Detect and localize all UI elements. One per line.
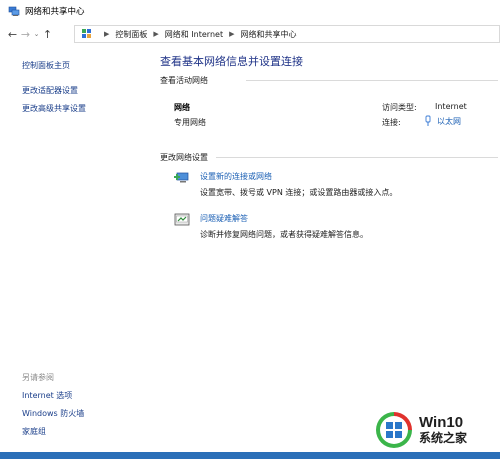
back-arrow-icon[interactable]: ← (6, 26, 19, 42)
up-arrow-icon[interactable]: ↑ (41, 26, 54, 42)
network-name: 网络 (174, 103, 190, 112)
address-field[interactable]: ▶ 控制面板 ▶ 网络和 Internet ▶ 网络和共享中心 (74, 25, 500, 43)
link-change-adapter-settings[interactable]: 更改适配器设置 (22, 85, 78, 96)
connections-label: 连接: (382, 118, 401, 127)
breadcrumb-network-internet[interactable]: 网络和 Internet (165, 29, 223, 40)
change-settings-heading: 更改网络设置 (160, 153, 208, 162)
page-title: 查看基本网络信息并设置连接 (160, 55, 303, 68)
breadcrumb-separator-icon: ▶ (104, 30, 110, 38)
link-change-advanced-sharing[interactable]: 更改高级共享设置 (22, 103, 86, 114)
breadcrumb-separator-icon: ▶ (229, 30, 235, 38)
forward-arrow-icon[interactable]: → (19, 26, 32, 42)
link-homegroup[interactable]: 家庭组 (22, 426, 46, 437)
breadcrumb-network-sharing-center[interactable]: 网络和共享中心 (240, 29, 296, 40)
title-bar: 网络和共享中心 (0, 0, 500, 22)
taskbar-strip (0, 452, 500, 459)
access-type-value: Internet (435, 102, 467, 111)
troubleshoot-problems-desc: 诊断并修复网络问题，或者获得疑难解答信息。 (200, 230, 368, 239)
ethernet-link-label[interactable]: 以太网 (437, 116, 461, 127)
ethernet-icon (425, 115, 431, 126)
win10-logo-icon (376, 412, 412, 448)
setup-new-connection-desc: 设置宽带、拨号或 VPN 连接；或设置路由器或接入点。 (200, 188, 398, 197)
address-bar: ← → ⌄ ↑ ▶ 控制面板 ▶ 网络和 Internet ▶ 网络和共享中心 (0, 22, 500, 46)
link-internet-options[interactable]: Internet 选项 (22, 390, 72, 401)
divider (216, 157, 498, 158)
network-center-icon (8, 6, 20, 16)
link-windows-firewall[interactable]: Windows 防火墙 (22, 408, 84, 419)
watermark-subtitle: 系统之家 (419, 430, 468, 445)
breadcrumb-control-panel[interactable]: 控制面板 (115, 29, 147, 40)
troubleshoot-icon (174, 213, 190, 226)
access-type-label: 访问类型: (382, 103, 417, 112)
breadcrumb-separator-icon: ▶ (153, 30, 159, 38)
window-title: 网络和共享中心 (25, 7, 85, 17)
divider (246, 80, 498, 81)
link-control-panel-home[interactable]: 控制面板主页 (22, 60, 70, 71)
left-pane: 控制面板主页 更改适配器设置 更改高级共享设置 另请参阅 Internet 选项… (0, 46, 150, 459)
network-type: 专用网络 (174, 118, 206, 127)
setup-connection-icon (174, 172, 189, 183)
setup-new-connection-link[interactable]: 设置新的连接或网络 (200, 171, 272, 182)
see-also-heading: 另请参阅 (22, 373, 54, 382)
watermark-brand: Win10 (419, 413, 464, 431)
watermark: Win10 系统之家 (374, 408, 498, 452)
troubleshoot-problems-link[interactable]: 问题疑难解答 (200, 213, 248, 224)
active-networks-heading: 查看活动网络 (160, 76, 208, 85)
control-panel-icon (82, 29, 91, 38)
ethernet-connection-link[interactable]: 以太网 (423, 115, 461, 127)
recent-locations-chevron-icon[interactable]: ⌄ (32, 26, 41, 42)
